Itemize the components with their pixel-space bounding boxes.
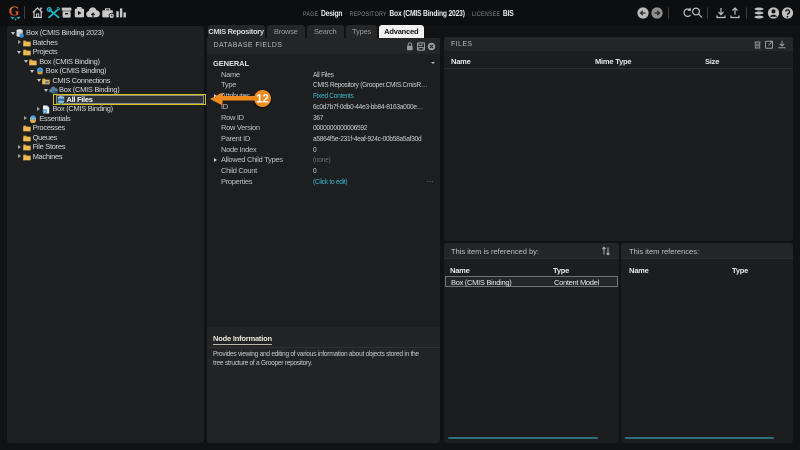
svg-text:12: 12 bbox=[256, 94, 269, 106]
